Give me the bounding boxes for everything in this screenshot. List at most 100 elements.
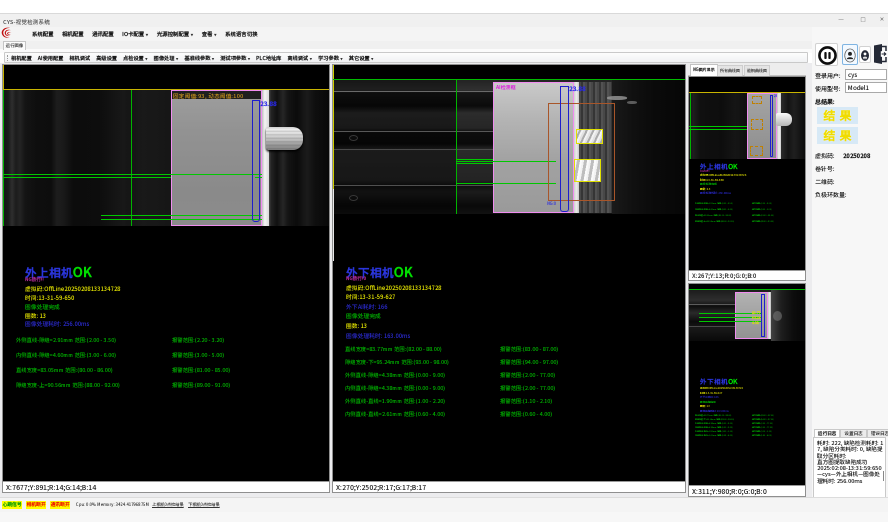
mini-image-lower[interactable]: 83.77 95.24 4.38 外下相机OK 虚拟码:OffLine20250… (689, 284, 805, 485)
mini-image-upper[interactable]: 23.88 外上相机OK NG放行!! 虚拟码:OffLine202502081… (689, 77, 805, 270)
menu-item[interactable]: 系统配置 (32, 30, 54, 38)
toolstrip-item[interactable]: 相机配置 (11, 55, 32, 62)
mini-tab-curve-2[interactable]: 能相曲线图 (744, 65, 770, 76)
measure-line (689, 126, 747, 127)
log-tab-errors[interactable]: 错误日志 (867, 429, 888, 437)
measure-value: 隙缝宽度-上=90.56mm 范围:(88.00 - 92.00) (16, 381, 120, 389)
menu-item-label: IO卡配置 (122, 30, 144, 38)
login-user-button[interactable] (842, 44, 858, 65)
toolstrip-item[interactable]: 离线调试▼ (287, 55, 312, 62)
dropdown-arrow-icon: ▼ (146, 32, 149, 37)
camera-image-upper[interactable]: 固定阈值:93, 动态阈值:100 23.88 外上相机OK NG放行!! 虚拟… (3, 65, 329, 481)
toolstrip-item-label: 图像处理 (154, 55, 175, 62)
toolstrip-item[interactable]: 高级设置 (96, 55, 117, 62)
admin-user-button[interactable] (859, 46, 871, 63)
menu-item[interactable]: IO卡配置▼ (122, 30, 148, 38)
elapsed-line: 图像处理耗时: 256.00ms (25, 319, 89, 328)
tab-run-image[interactable]: 运行图像 (3, 41, 26, 50)
menu-item[interactable]: 查看▼ (202, 30, 217, 38)
mini-tab-all-curves[interactable]: 所有曲线图 (717, 65, 743, 76)
log-scrollbar[interactable] (883, 471, 884, 481)
login-user-icon (843, 46, 857, 65)
roi-rect-blue (560, 86, 569, 212)
dropdown-arrow-icon: ▼ (214, 32, 217, 37)
log-tab-run[interactable]: 运行日志 (814, 429, 840, 437)
measure-row: 隙缝宽度-上=90.56mm 范围:(88.00 - 92.00)报警范围:(8… (695, 220, 803, 223)
menu-item[interactable]: 光源控制配置▼ (157, 30, 193, 38)
menu-item[interactable]: 系统语言切换 (225, 30, 257, 38)
toolstrip-item-label: 离线调试 (287, 55, 308, 62)
measure-row: 直线宽度=83.77mm 范围:(82.00 - 88.00)报警范围:(83.… (345, 345, 683, 353)
menu-item-label: 通讯配置 (92, 30, 114, 38)
toolstrip-item[interactable]: 学习参数▼ (318, 55, 343, 62)
time-line: 时间:13-31-59-627 (346, 292, 395, 301)
toolstrip-item[interactable]: 点检设置▼ (123, 55, 148, 62)
measure-row: 内侧直线-隙缝=4.60mm 范围:(3.00 - 6.00)报警范围:(3.0… (695, 208, 803, 211)
toolstrip-item[interactable]: 图像处理▼ (154, 55, 179, 62)
camera-result-ok: OK (728, 161, 738, 171)
roi-value-blue: 23.88 (569, 84, 585, 93)
measure-row: 内侧直线-隙缝=4.38mm 范围:(0.00 - 9.00)报警范围:(2.0… (695, 426, 803, 429)
part-edge-highlight (262, 90, 269, 226)
metal-pin-upper (266, 127, 303, 150)
barcode-line: 虚拟码:OffLine20250208133134728 (700, 386, 743, 390)
toolstrip-item[interactable]: PLC地址库 (256, 55, 281, 62)
process-done-line: 图像处理完成 (25, 302, 60, 311)
menu-item-label: 系统语言切换 (225, 30, 257, 38)
camera-status-chip: 相机断开 (26, 501, 46, 509)
turns-line: 圈数: 13 (700, 404, 710, 408)
measure-value: 内侧直线-隙缝=4.38mm 范围:(0.00 - 9.00) (695, 426, 733, 429)
toolstrip-item[interactable]: 其它设置▼ (349, 55, 374, 62)
measure-row: 隙缝宽度-下=95.24mm 范围:(93.00 - 98.00)报警范围:(9… (345, 358, 683, 366)
ai-detect-label: AI检测框 (496, 84, 516, 91)
toolstrip-item-label: 相机调试 (69, 55, 90, 62)
measure-value: 直线宽度=83.77mm 范围:(82.00 - 88.00) (695, 414, 731, 417)
measure-line-h4 (101, 219, 262, 220)
toolstrip-item[interactable]: AI使用配置 (38, 55, 64, 62)
metal-highlight (627, 101, 637, 104)
measure-row: 直线宽度=83.05mm 范围:(80.00 - 86.00)报警范围:(81.… (695, 214, 803, 217)
pause-button[interactable] (815, 43, 838, 66)
virtual-code-label: 虚拟码: (815, 151, 835, 160)
login-user-field[interactable]: cys (845, 69, 887, 80)
mini-tab-ng-display[interactable]: NG图片显示 (690, 64, 718, 76)
measure-row: 内侧直线-直线=2.61mm 范围:(0.60 - 4.00)报警范围:(0.6… (695, 434, 803, 437)
alarm-range: 报警范围:(81.00 - 85.00) (172, 366, 230, 374)
alarm-range: 报警范围:(2.00 - 77.00) (752, 422, 773, 425)
measure-value: 内侧直线-直线=2.61mm 范围:(0.60 - 4.00) (695, 434, 733, 437)
log-text-area[interactable]: 耗时: 222, 缺陷检测耗时: 17, 缺陷分类耗时: 0, 缺陷提取分区耗时… (813, 437, 886, 501)
window-close-button[interactable]: ✕ (874, 14, 888, 28)
heartbeat-status-chip: 心跳信号 (2, 501, 22, 509)
menu-item[interactable]: 相机配置 (62, 30, 84, 38)
log-tab-settings[interactable]: 设置日志 (840, 429, 866, 437)
measure-line-a (456, 159, 493, 160)
alarm-range: 报警范围:(2.20 - 3.20) (752, 202, 772, 205)
measure-value: 隙缝宽度-下=95.24mm 范围:(93.00 - 98.00) (345, 358, 449, 366)
toolstrip-item-label: 学习参数 (318, 55, 339, 62)
measure-value: 隙缝宽度-下=95.24mm 范围:(93.00 - 98.00) (695, 418, 734, 421)
measure-line-h2 (3, 177, 171, 178)
toolstrip-item[interactable]: 基准线参数▼ (184, 55, 214, 62)
dropdown-arrow-icon: ▼ (191, 32, 194, 37)
mini-camera-title: 外下相机OK (700, 376, 738, 386)
measure-value: 直线宽度=83.77mm 范围:(82.00 - 88.00) (345, 345, 442, 353)
menu-item-label: 光源控制配置 (157, 30, 189, 38)
menu-items: 系统配置相机配置通讯配置IO卡配置▼光源控制配置▼查看▼系统语言切换 (32, 27, 257, 41)
menu-item[interactable]: 通讯配置 (92, 30, 114, 38)
toolstrip-item[interactable]: 相机调试 (69, 55, 90, 62)
mini-panel-upper: 23.88 外上相机OK NG放行!! 虚拟码:OffLine202502081… (688, 76, 806, 281)
toolstrip: 相机配置AI使用配置相机调试高级设置点检设置▼图像处理▼基准线参数▼测试项参数▼… (4, 52, 808, 63)
menu-item-label: 查看 (202, 30, 213, 38)
app-window: CYS-视觉检测系统 — □ ✕ 系统配置相机配置通讯配置IO卡配置▼光源控制配… (0, 0, 888, 522)
model-field[interactable]: Model1 (845, 82, 887, 93)
model-label: 使用型号: (815, 84, 841, 93)
toolstrip-item[interactable]: 测试项参数▼ (220, 55, 250, 62)
measure-row: 外侧直线-直线=1.90mm 范围:(1.00 - 2.20)报警范围:(1.1… (345, 397, 683, 405)
exit-button[interactable] (873, 43, 888, 65)
window-maximize-button[interactable]: □ (855, 14, 871, 28)
measure-row: 内侧直线-直线=2.61mm 范围:(0.60 - 4.00)报警范围:(0.6… (345, 410, 683, 418)
dropdown-arrow-icon: ▼ (145, 56, 147, 61)
measure-row: 外侧直线-直线=1.90mm 范围:(1.00 - 2.20)报警范围:(1.1… (695, 430, 803, 433)
camera-image-lower[interactable]: AI检测框 23.88 (333, 65, 685, 481)
window-minimize-button[interactable]: — (833, 14, 849, 28)
